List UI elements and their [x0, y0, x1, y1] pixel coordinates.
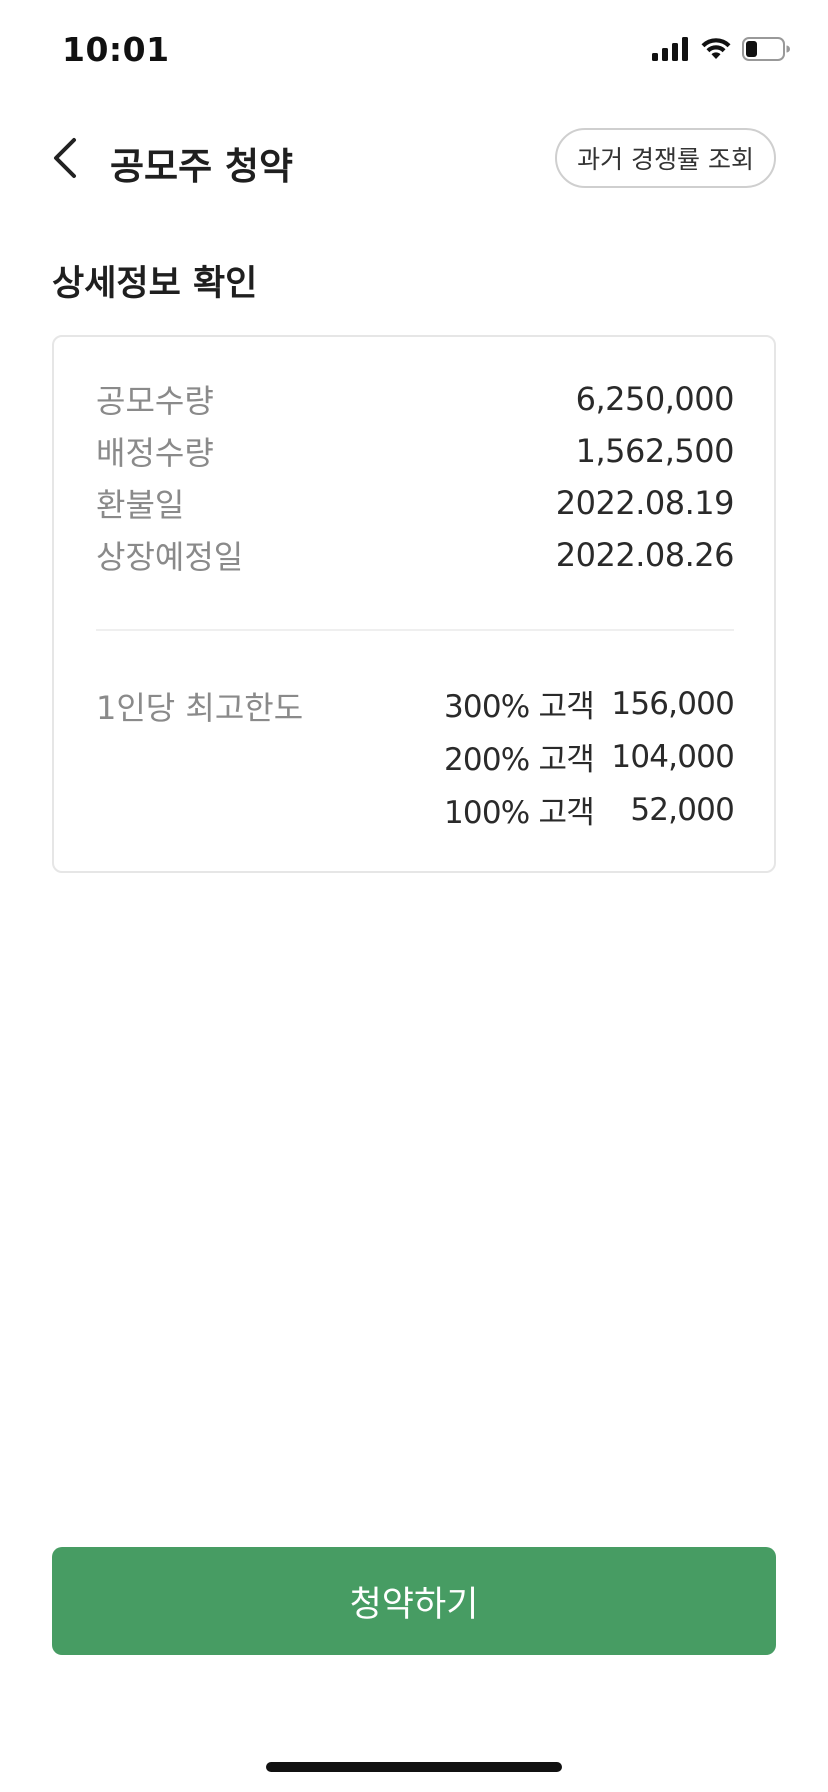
section-title: 상세정보 확인	[52, 264, 258, 304]
status-bar: 10:01	[0, 0, 828, 100]
limit-amount: 104,000	[611, 738, 734, 775]
detail-value: 6,250,000	[575, 380, 735, 418]
status-time: 10:01	[62, 30, 170, 69]
battery-icon	[742, 36, 790, 66]
detail-label: 환불일	[96, 486, 185, 524]
detail-label: 배정수량	[96, 434, 214, 472]
limit-row: 300% 고객 156,000	[444, 677, 735, 730]
header: 공모주 청약 과거 경쟁률 조회	[0, 118, 828, 202]
detail-value: 1,562,500	[575, 432, 735, 470]
detail-row-refund-date: 환불일 2022.08.19	[96, 477, 735, 529]
past-competition-rate-button[interactable]: 과거 경쟁률 조회	[555, 128, 776, 188]
detail-label: 상장예정일	[96, 538, 244, 576]
limit-amount: 156,000	[611, 685, 734, 722]
max-limit-label: 1인당 최고한도	[96, 689, 304, 727]
limit-row: 100% 고객 52,000	[444, 783, 735, 836]
subscribe-button[interactable]: 청약하기	[52, 1547, 776, 1655]
page-title: 공모주 청약	[110, 145, 294, 188]
detail-info-card: 공모수량 6,250,000 배정수량 1,562,500 환불일 2022.0…	[52, 335, 776, 873]
home-indicator	[266, 1762, 562, 1772]
limit-amount: 52,000	[630, 791, 734, 828]
limit-tier: 300% 고객	[444, 689, 595, 725]
detail-value: 2022.08.19	[555, 484, 735, 522]
wifi-icon	[700, 37, 732, 66]
status-icons	[652, 36, 790, 66]
max-limit-list: 300% 고객 156,000 200% 고객 104,000 100% 고객 …	[444, 677, 735, 836]
detail-value: 2022.08.26	[555, 536, 735, 574]
limit-tier: 200% 고객	[444, 742, 595, 778]
cellular-signal-icon	[652, 36, 690, 66]
detail-row-offering-quantity: 공모수량 6,250,000	[96, 373, 735, 425]
back-button[interactable]	[40, 132, 90, 188]
card-divider	[96, 629, 734, 631]
detail-row-allocation-quantity: 배정수량 1,562,500	[96, 425, 735, 477]
detail-row-listing-date: 상장예정일 2022.08.26	[96, 529, 735, 581]
detail-label: 공모수량	[96, 382, 214, 420]
limit-row: 200% 고객 104,000	[444, 730, 735, 783]
limit-tier: 100% 고객	[444, 795, 595, 831]
chevron-left-icon	[50, 136, 80, 185]
